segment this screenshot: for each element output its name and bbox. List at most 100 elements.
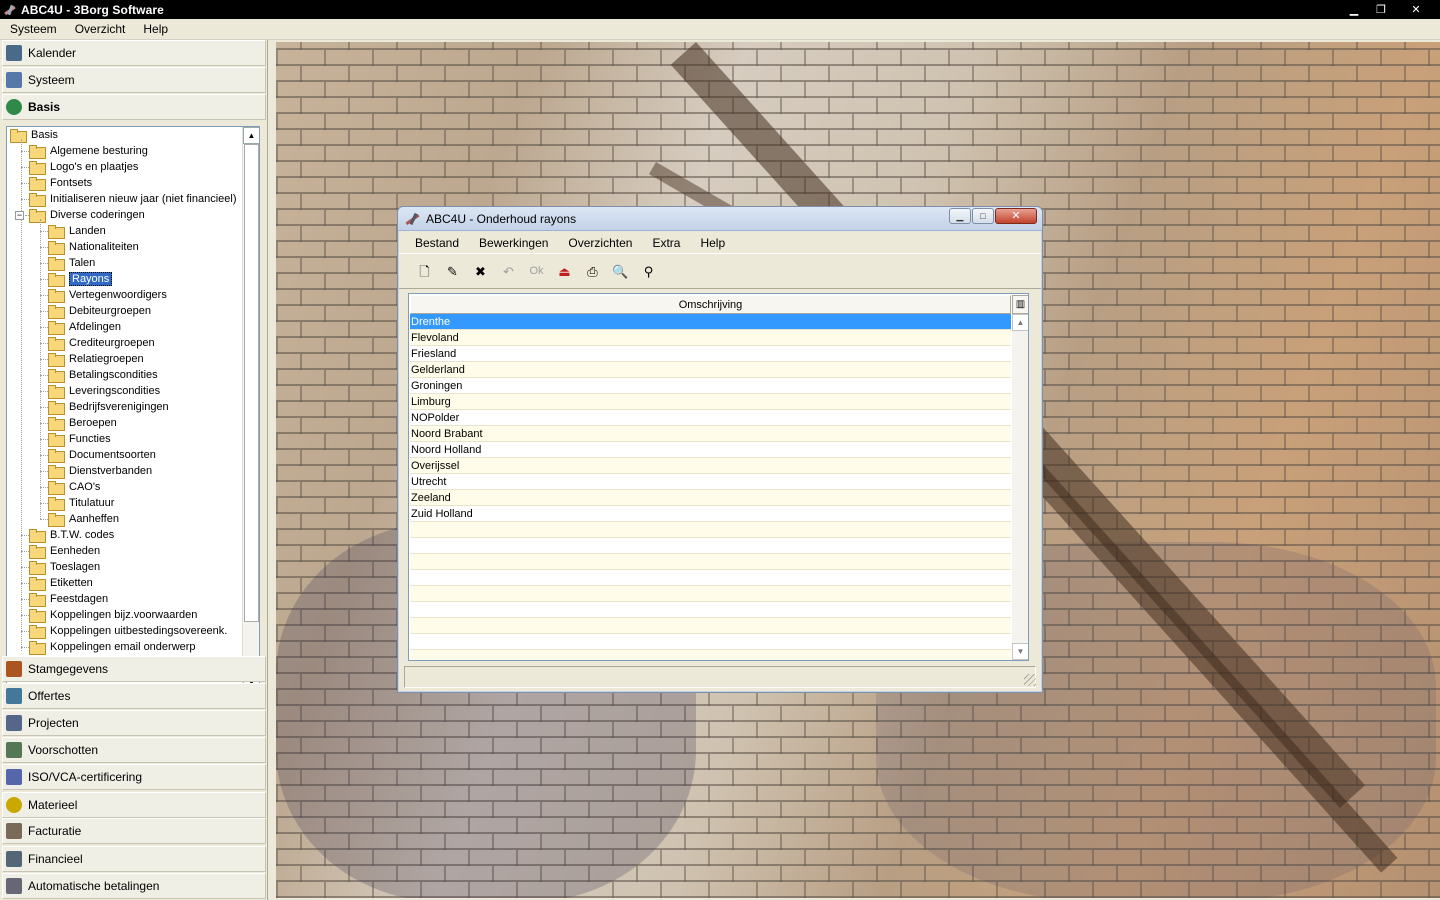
table-row[interactable]: NOPolder — [410, 410, 1011, 426]
table-row[interactable]: Drenthe — [410, 314, 1011, 330]
tree-item[interactable]: Afdelingen — [48, 319, 121, 335]
tree-item[interactable]: Toeslagen — [29, 559, 100, 575]
restore-button[interactable]: ❐ — [1369, 1, 1393, 17]
tree-item[interactable]: Relatiegroepen — [48, 351, 144, 367]
nav-basis[interactable]: Basis — [2, 94, 266, 120]
new-icon[interactable]: 🗋 — [415, 262, 434, 281]
tree-item[interactable]: Eenheden — [29, 543, 100, 559]
column-header-omschrijving[interactable]: Omschrijving — [410, 295, 1011, 314]
dialog-menu-overzichten[interactable]: Overzichten — [558, 232, 642, 254]
table-row[interactable]: Gelderland — [410, 362, 1011, 378]
tree-item[interactable]: Etiketten — [29, 575, 93, 591]
nav-materieel[interactable]: Materieel — [2, 792, 266, 818]
tree-item-label: Etiketten — [50, 577, 93, 589]
tree-item[interactable]: Fontsets — [29, 175, 92, 191]
tree-item[interactable]: Landen — [48, 223, 106, 239]
tree-scrollbar[interactable]: ▲ ▼ — [242, 127, 259, 691]
tree-item[interactable]: Vertegenwoordigers — [48, 287, 167, 303]
tree-item[interactable]: Talen — [48, 255, 95, 271]
table-row[interactable]: Noord Brabant — [410, 426, 1011, 442]
dialog-titlebar[interactable]: ABC4U - Onderhoud rayons ▁ □ ✕ — [398, 207, 1042, 231]
tree-item[interactable]: Betalingscondities — [48, 367, 158, 383]
nav-stamgegevens[interactable]: Stamgegevens — [2, 656, 266, 682]
grid-scroll-up-icon[interactable]: ▲ — [1012, 314, 1028, 331]
minimize-button[interactable]: ▁ — [1342, 1, 1366, 17]
project-icon — [6, 715, 22, 731]
tree-item[interactable]: Bedrijfsverenigingen — [48, 399, 169, 415]
tree-item[interactable]: Functies — [48, 431, 111, 447]
table-row[interactable]: Utrecht — [410, 474, 1011, 490]
tree-item[interactable]: Algemene besturing — [29, 143, 148, 159]
close-button[interactable]: ✕ — [1396, 1, 1436, 17]
tree-item[interactable]: Dienstverbanden — [48, 463, 152, 479]
tree-item-label: Aanheffen — [69, 513, 119, 525]
table-row[interactable]: Flevoland — [410, 330, 1011, 346]
folder-icon — [10, 129, 27, 143]
nav-systeem[interactable]: Systeem — [2, 67, 266, 93]
table-row[interactable]: Groningen — [410, 378, 1011, 394]
find-icon[interactable]: ⚲ — [639, 262, 658, 281]
table-row[interactable]: Noord Holland — [410, 442, 1011, 458]
scroll-thumb[interactable] — [244, 144, 259, 622]
tree-item[interactable]: Diverse coderingen — [29, 207, 145, 223]
folder-icon — [29, 625, 46, 639]
tree-item[interactable]: Koppelingen email onderwerp — [29, 639, 196, 655]
collapse-toggle-icon[interactable]: − — [15, 211, 24, 220]
table-row[interactable]: Zeeland — [410, 490, 1011, 506]
tree-item[interactable]: Crediteurgroepen — [48, 335, 155, 351]
tree-item[interactable]: B.T.W. codes — [29, 527, 114, 543]
nav-offertes[interactable]: Offertes — [2, 683, 266, 709]
tree-item[interactable]: Rayons — [48, 271, 113, 287]
nav-iso-vca-certificering[interactable]: ISO/VCA-certificering — [2, 764, 266, 790]
tree-item[interactable]: Titulatuur — [48, 495, 114, 511]
nav-automatische-betalingen[interactable]: Automatische betalingen — [2, 873, 266, 899]
preview-icon[interactable]: 🔍 — [611, 262, 630, 281]
tree-item[interactable]: Beroepen — [48, 415, 117, 431]
dialog-menu-bestand[interactable]: Bestand — [399, 232, 469, 254]
edit-icon[interactable]: ✎ — [443, 262, 462, 281]
exit-icon[interactable]: ⏏ — [555, 262, 574, 281]
monitor-icon — [6, 72, 22, 88]
nav-facturatie[interactable]: Facturatie — [2, 818, 266, 844]
table-row[interactable]: Friesland — [410, 346, 1011, 362]
tree-item[interactable]: Basis — [10, 127, 58, 143]
nav-kalender[interactable]: Kalender — [2, 40, 266, 66]
nav-financieel[interactable]: Financieel — [2, 846, 266, 872]
tree-item[interactable]: Leveringscondities — [48, 383, 160, 399]
menu-systeem[interactable]: Systeem — [0, 19, 66, 40]
table-row[interactable]: Limburg — [410, 394, 1011, 410]
nav-voorschotten[interactable]: Voorschotten — [2, 737, 266, 763]
dialog-menu-extra[interactable]: Extra — [642, 232, 690, 254]
nav-projecten[interactable]: Projecten — [2, 710, 266, 736]
print-icon[interactable]: ⎙ — [583, 262, 602, 281]
resize-grip[interactable] — [1024, 674, 1036, 686]
tree-item[interactable]: Documentsoorten — [48, 447, 156, 463]
tree-item[interactable]: Koppelingen uitbestedingsovereenk. — [29, 623, 227, 639]
money-icon — [6, 742, 22, 758]
nav-label: Kalender — [28, 46, 77, 60]
delete-icon[interactable]: ✖ — [471, 262, 490, 281]
menu-help[interactable]: Help — [134, 19, 177, 40]
menu-overzicht[interactable]: Overzicht — [66, 19, 135, 40]
table-row[interactable]: Overijssel — [410, 458, 1011, 474]
dialog-menu-bewerkingen[interactable]: Bewerkingen — [469, 232, 558, 254]
tree-item[interactable]: Logo's en plaatjes — [29, 159, 138, 175]
column-chooser-icon[interactable]: ▥ — [1012, 295, 1028, 314]
dialog-maximize-button[interactable]: □ — [972, 208, 994, 224]
tree-item[interactable]: CAO's — [48, 479, 100, 495]
dialog-minimize-button[interactable]: ▁ — [949, 208, 971, 224]
dialog-close-button[interactable]: ✕ — [995, 208, 1037, 224]
folder-icon — [48, 385, 65, 399]
grid-scroll-down-icon[interactable]: ▼ — [1012, 643, 1028, 660]
grid-scrollbar[interactable]: ▲ ▼ — [1012, 314, 1028, 660]
tree-item[interactable]: Aanheffen — [48, 511, 119, 527]
tree-item[interactable]: Koppelingen bijz.voorwaarden — [29, 607, 197, 623]
empty-row — [410, 602, 1011, 618]
table-row[interactable]: Zuid Holland — [410, 506, 1011, 522]
tree-item[interactable]: Initialiseren nieuw jaar (niet financiee… — [29, 191, 236, 207]
tree-item[interactable]: Debiteurgroepen — [48, 303, 151, 319]
scroll-up-arrow-icon[interactable]: ▲ — [243, 127, 259, 144]
tree-item[interactable]: Nationaliteiten — [48, 239, 139, 255]
tree-item[interactable]: Feestdagen — [29, 591, 108, 607]
dialog-menu-help[interactable]: Help — [690, 232, 735, 254]
